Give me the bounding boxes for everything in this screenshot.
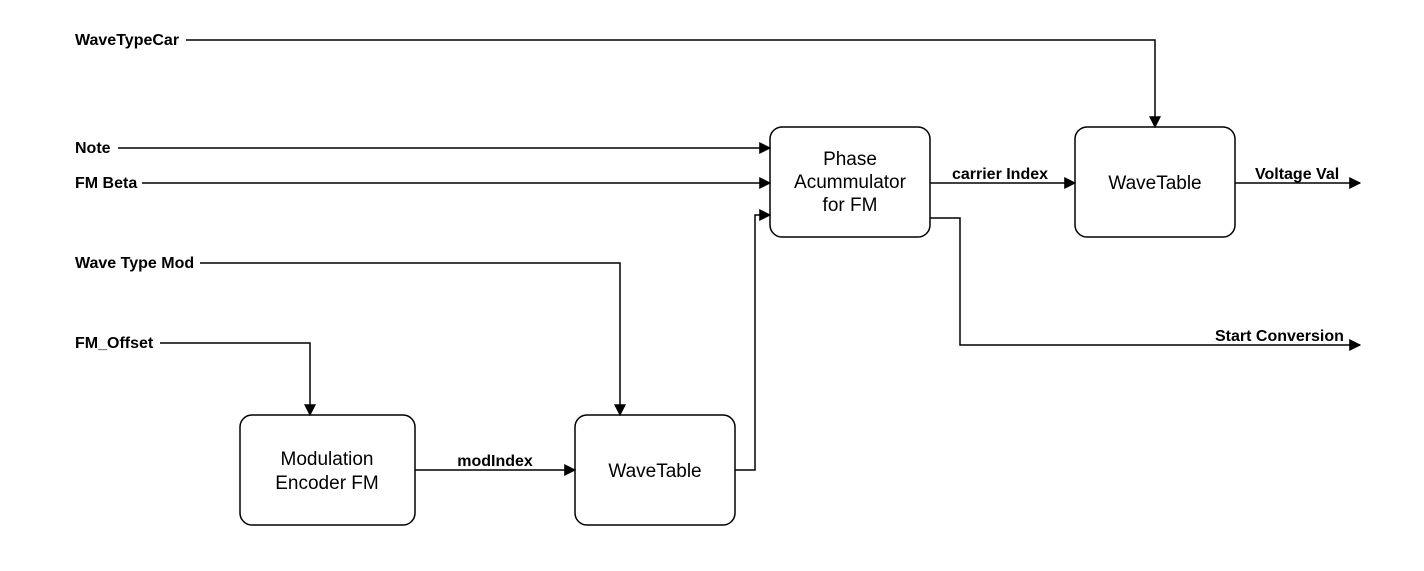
block-phase-accum-line2: Acummulator — [794, 172, 907, 193]
block-wavetable-mod-label: WaveTable — [608, 461, 701, 482]
block-modulation-encoder: Modulation Encoder FM — [240, 415, 415, 525]
edge-label-modindex: modIndex — [457, 453, 533, 470]
block-wavetable-mod: WaveTable — [575, 415, 735, 525]
input-fmoffset: FM_Offset — [75, 335, 154, 352]
input-fmbeta: FM Beta — [75, 175, 137, 192]
block-modulation-encoder-line1: Modulation — [281, 449, 374, 470]
output-voltageval: Voltage Val — [1255, 166, 1339, 183]
output-startconversion: Start Conversion — [1215, 328, 1344, 345]
block-wavetable-carrier-label: WaveTable — [1108, 173, 1201, 194]
block-phase-accumulator: Phase Acummulator for FM — [770, 127, 930, 237]
input-wavetypecar: WaveTypeCar — [75, 32, 179, 49]
edge-wavetypecar-to-wavetable — [186, 40, 1155, 127]
edge-wavetable-to-phaseaccum — [735, 215, 770, 470]
block-phase-accum-line1: Phase — [823, 149, 877, 170]
block-modulation-encoder-line2: Encoder FM — [275, 473, 378, 494]
edge-label-carrierindex: carrier Index — [952, 166, 1048, 183]
edge-wavetypemod-to-wavetable — [200, 263, 620, 415]
input-wavetypemod: Wave Type Mod — [75, 255, 194, 272]
block-phase-accum-line3: for FM — [823, 195, 878, 216]
edge-fmoffset-to-modencoder — [160, 343, 310, 415]
fm-synth-diagram: Modulation Encoder FM WaveTable Phase Ac… — [0, 0, 1424, 571]
block-wavetable-carrier: WaveTable — [1075, 127, 1235, 237]
input-note: Note — [75, 140, 111, 157]
